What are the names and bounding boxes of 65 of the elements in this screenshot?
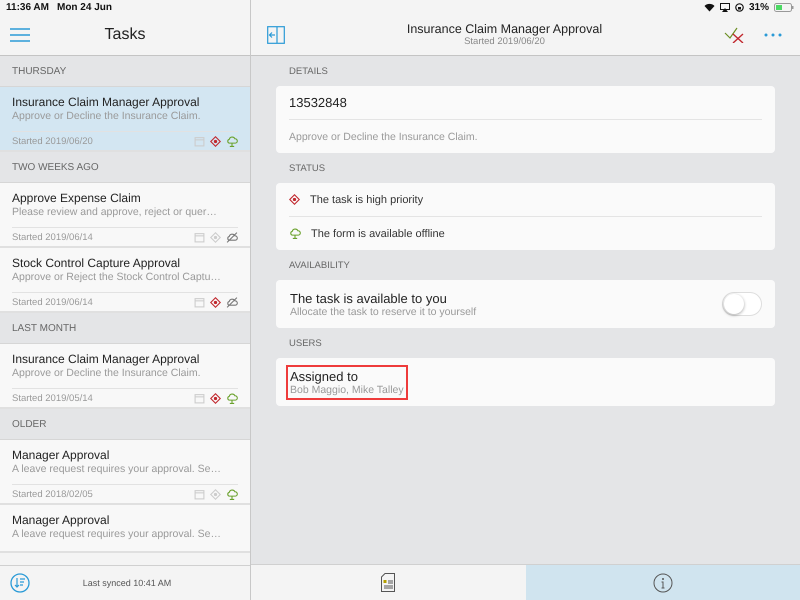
sidebar-title: Tasks bbox=[104, 26, 146, 44]
calendar-icon bbox=[194, 488, 205, 500]
task-item[interactable]: Approve Expense Claim Please review and approve, reject or quer… Started 2019/06/14 bbox=[0, 183, 250, 248]
detail-subtitle: Started 2019/06/20 bbox=[464, 36, 545, 47]
task-item[interactable]: Insurance Claim Manager Approval Approve or Decline the Insurance Claim. Started 2019/06/20 bbox=[0, 87, 250, 152]
task-description: Approve or Decline the Insurance Claim. bbox=[12, 367, 202, 380]
task-item[interactable]: Insurance Claim Manager Approval Approve or Decline the Insurance Claim. Started 2019/05/14 bbox=[0, 344, 250, 409]
task-item[interactable]: Manager Approval A leave request requires your approval. Se… bbox=[0, 505, 250, 553]
status-time: 11:36 AM bbox=[6, 2, 49, 12]
section-heading: LAST MONTH bbox=[0, 313, 250, 344]
section-label: AVAILABILITY bbox=[288, 259, 351, 273]
wifi-icon bbox=[704, 2, 715, 12]
task-description: Approve or Decline the Insurance Claim. bbox=[12, 110, 202, 123]
rotation-lock-icon bbox=[734, 2, 744, 12]
status-date: Mon 24 Jun bbox=[56, 2, 112, 12]
task-description: Approve or Reject the Stock Control Captu… bbox=[12, 271, 222, 284]
section-label: USERS bbox=[288, 337, 323, 351]
task-title: Approve Expense Claim bbox=[12, 191, 142, 206]
more-icon bbox=[764, 32, 782, 36]
status-text: The task is high priority bbox=[310, 194, 424, 206]
task-title: Manager Approval bbox=[12, 448, 110, 463]
task-description: A leave request requires your approval. Se… bbox=[12, 463, 222, 476]
assigned-label: Assigned to bbox=[290, 368, 359, 384]
section-heading: OLDER bbox=[0, 409, 250, 440]
battery-percentage: 31% bbox=[748, 2, 769, 12]
availability-toggle[interactable] bbox=[722, 292, 762, 316]
screen-mirror-icon bbox=[720, 2, 730, 12]
sort-icon bbox=[10, 573, 30, 593]
availability-hint: Allocate the task to reserve it to yourself bbox=[290, 306, 476, 318]
task-item[interactable]: Stock Control Capture Approval Approve or Reject the Stock Control Captu… Started 2019/06/14 bbox=[0, 248, 250, 313]
status-text: The form is available offline bbox=[311, 228, 445, 240]
task-title: Insurance Claim Manager Approval bbox=[12, 95, 200, 110]
calendar-icon bbox=[194, 136, 205, 146]
task-description: A leave request requires your approval. Se… bbox=[12, 528, 222, 541]
section-label: STATUS bbox=[288, 162, 326, 176]
calendar-icon bbox=[194, 392, 205, 404]
arrow-into-panel-icon bbox=[267, 26, 285, 44]
diamond-icon bbox=[289, 194, 300, 205]
section-heading: TWO WEEKS AGO bbox=[0, 152, 250, 183]
task-date: Started 2018/02/05 bbox=[12, 488, 93, 500]
document-icon bbox=[381, 573, 396, 592]
info-icon bbox=[652, 572, 673, 592]
task-date: Started 2019/06/14 bbox=[12, 232, 93, 242]
sync-status: Last synced 10:41 AM bbox=[82, 578, 172, 588]
reference-number: 13532848 bbox=[289, 95, 347, 110]
task-date: Started 2019/05/14 bbox=[12, 392, 93, 404]
check-cross-icon bbox=[724, 26, 744, 42]
section-label: DETAILS bbox=[288, 65, 329, 79]
task-date: Started 2019/06/20 bbox=[12, 136, 93, 146]
assigned-users: Bob Maggio, Mike Talley bbox=[290, 384, 404, 396]
calendar-icon bbox=[194, 232, 205, 242]
cloud-icon bbox=[289, 228, 301, 239]
menu-icon bbox=[10, 28, 30, 42]
calendar-icon bbox=[194, 296, 205, 308]
task-date: Started 2019/06/14 bbox=[12, 296, 93, 308]
detail-description: Approve or Decline the Insurance Claim. bbox=[289, 130, 478, 142]
task-item[interactable]: Manager Approval A leave request requires your approval. Se… Started 2018/02/05 bbox=[0, 440, 250, 505]
task-title: Insurance Claim Manager Approval bbox=[12, 352, 200, 367]
task-title: Stock Control Capture Approval bbox=[12, 256, 182, 271]
task-description: Please review and approve, reject or quer… bbox=[12, 206, 218, 219]
battery-icon bbox=[774, 2, 794, 12]
task-title: Manager Approval bbox=[12, 513, 110, 528]
detail-title: Insurance Claim Manager Approval bbox=[406, 22, 602, 36]
section-heading: THURSDAY bbox=[0, 56, 250, 87]
availability-title: The task is available to you bbox=[290, 290, 448, 306]
